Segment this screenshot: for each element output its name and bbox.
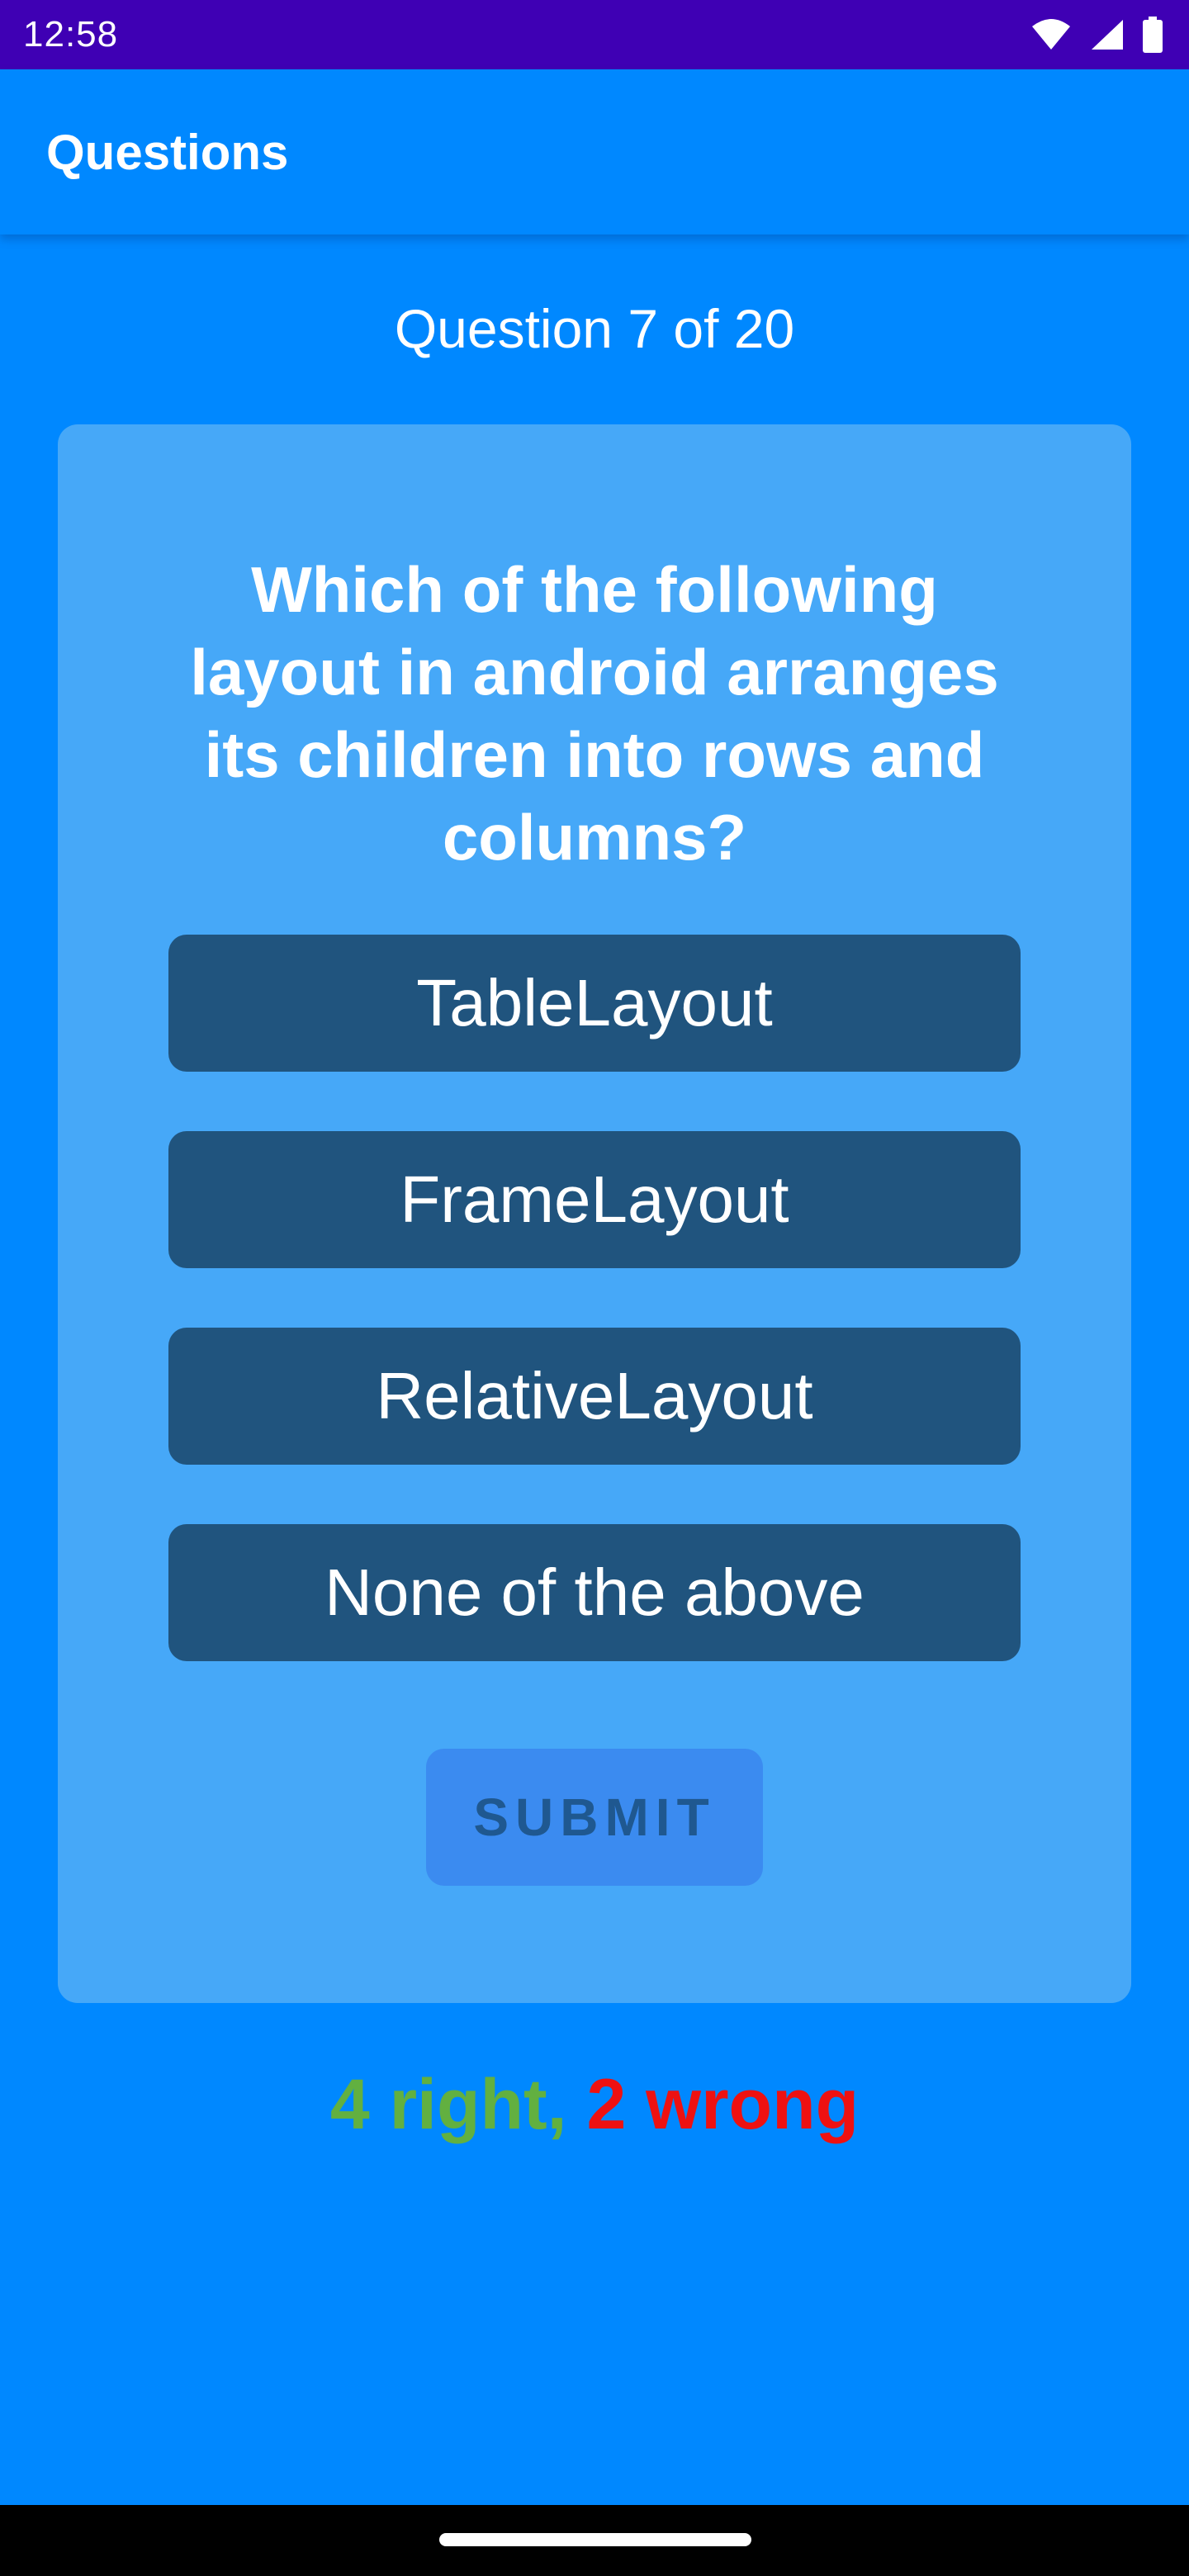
wifi-icon (1030, 18, 1072, 51)
home-indicator[interactable] (439, 2533, 751, 2546)
battery-icon (1143, 17, 1163, 53)
app-bar: Questions (0, 69, 1189, 234)
status-time: 12:58 (23, 14, 119, 54)
score-right: 4 right, (329, 2065, 567, 2144)
quiz-screen: 12:58 Questions Question 7 of 20 Which o… (0, 0, 1189, 2576)
signal-icon (1090, 18, 1125, 51)
score-wrong: 2 wrong (586, 2065, 860, 2144)
navigation-bar (0, 2505, 1189, 2576)
quiz-card: Which of the following layout in android… (58, 424, 1131, 2003)
answer-button-none-of-the-above[interactable]: None of the above (168, 1524, 1021, 1661)
status-bar: 12:58 (0, 0, 1189, 69)
answer-button-relativelayout[interactable]: RelativeLayout (168, 1328, 1021, 1465)
question-counter: Question 7 of 20 (394, 298, 795, 359)
answer-button-tablelayout[interactable]: TableLayout (168, 935, 1021, 1072)
score-summary: 4 right, 2 wrong (0, 2064, 1189, 2146)
submit-button[interactable]: SUBMIT (426, 1749, 763, 1886)
app-title: Questions (46, 124, 289, 180)
status-icons (1030, 17, 1163, 53)
question-text: Which of the following layout in android… (190, 553, 999, 874)
answer-button-framelayout[interactable]: FrameLayout (168, 1131, 1021, 1268)
